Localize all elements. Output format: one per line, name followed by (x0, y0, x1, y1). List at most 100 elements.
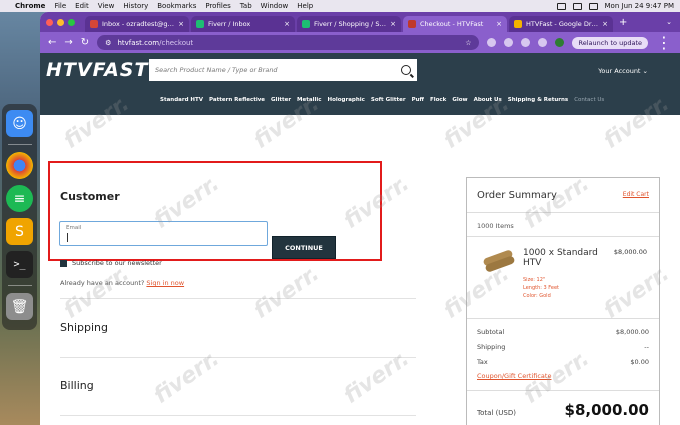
bookmark-star-icon[interactable]: ☆ (465, 39, 471, 47)
menu-status-area: Mon Jun 24 9:47 PM (556, 2, 674, 10)
menu-bookmarks[interactable]: Bookmarks (157, 2, 196, 10)
terminal-icon[interactable]: >_ (6, 251, 33, 278)
subtotal-label: Subtotal (477, 328, 505, 336)
sublime-icon[interactable]: S (6, 218, 33, 245)
menu-help[interactable]: Help (297, 2, 313, 10)
extension-icon[interactable] (521, 38, 531, 47)
nav-about-us[interactable]: About Us (474, 97, 502, 103)
url-field[interactable]: ⚙ htvfast.com/checkout ☆ (97, 35, 480, 50)
spotify-icon[interactable]: ≡ (6, 185, 33, 212)
section-divider (60, 298, 416, 299)
tax-row: Tax $0.00 (477, 358, 649, 366)
menu-file[interactable]: File (54, 2, 66, 10)
tax-label: Tax (477, 358, 488, 366)
continue-button[interactable]: CONTINUE (272, 236, 336, 259)
tab-label: HTVFast - Google Drive (526, 20, 599, 28)
signin-link[interactable]: Sign in now (146, 279, 184, 287)
shipping-heading[interactable]: Shipping (60, 321, 108, 334)
tab-fiverr-shopping[interactable]: Fiverr / Shopping / Status of × (297, 16, 401, 32)
items-count: 1000 Items (477, 222, 514, 230)
extensions-puzzle-icon[interactable] (538, 38, 548, 47)
wifi-icon[interactable] (588, 2, 598, 10)
new-tab-icon[interactable]: + (619, 17, 627, 28)
search-icon[interactable] (401, 65, 411, 75)
newsletter-label: Subscribe to our newsletter (72, 259, 162, 267)
nav-glitter[interactable]: Glitter (271, 97, 291, 103)
tab-search-icon[interactable]: ⌄ (666, 18, 672, 26)
email-field[interactable]: Email (59, 221, 268, 246)
profile-avatar[interactable] (555, 38, 565, 47)
nav-standard-htv[interactable]: Standard HTV (160, 97, 203, 103)
tax-value: $0.00 (630, 358, 649, 366)
nav-glow[interactable]: Glow (452, 97, 467, 103)
tab-fiverr-inbox[interactable]: Fiverr / Inbox × (191, 16, 295, 32)
battery-icon[interactable] (572, 2, 582, 10)
close-icon[interactable]: × (284, 20, 290, 28)
category-nav: Standard HTV Pattern Reflective Glitter … (160, 97, 604, 103)
extension-icon[interactable] (487, 38, 497, 47)
subtotal-row: Subtotal $8,000.00 (477, 328, 649, 336)
menu-edit[interactable]: Edit (75, 2, 89, 10)
tab-gmail[interactable]: Inbox - ozradtest@gmail.com × (85, 16, 189, 32)
status-icon[interactable] (556, 2, 566, 10)
back-icon[interactable]: ← (48, 37, 56, 48)
site-info-icon[interactable]: ⚙ (105, 39, 111, 47)
menu-history[interactable]: History (123, 2, 148, 10)
order-summary: Order Summary Edit Cart 1000 Items 1000 … (466, 177, 660, 425)
macos-menu-bar: Chrome File Edit View History Bookmarks … (0, 0, 680, 12)
close-icon[interactable]: × (496, 20, 502, 28)
close-icon[interactable]: × (602, 20, 608, 28)
more-menu-icon[interactable]: ⋮ (656, 33, 672, 52)
subtotal-value: $8,000.00 (615, 328, 649, 336)
site-logo[interactable]: HTVFAST (46, 59, 148, 81)
tab-google-drive[interactable]: HTVFast - Google Drive × (509, 16, 613, 32)
menu-window[interactable]: Window (261, 2, 289, 10)
nav-soft-glitter[interactable]: Soft Glitter (371, 97, 406, 103)
minimize-window-button[interactable] (57, 18, 64, 26)
relaunch-button[interactable]: Relaunch to update (572, 36, 648, 49)
nav-puff[interactable]: Puff (412, 97, 424, 103)
close-icon[interactable]: × (178, 20, 184, 28)
htvfast-icon (408, 20, 416, 28)
close-icon[interactable]: × (390, 20, 396, 28)
account-menu[interactable]: Your Account ⌄ (598, 67, 648, 75)
newsletter-checkbox[interactable] (60, 259, 67, 267)
summary-divider (467, 212, 659, 213)
product-price: $8,000.00 (613, 248, 647, 256)
menu-view[interactable]: View (98, 2, 115, 10)
trash-icon[interactable]: 🗑 (6, 293, 33, 320)
billing-heading[interactable]: Billing (60, 379, 94, 392)
clock[interactable]: Mon Jun 24 9:47 PM (605, 2, 674, 10)
reload-icon[interactable]: ↻ (81, 37, 89, 48)
zoom-window-button[interactable] (68, 18, 75, 26)
dock-separator (7, 285, 32, 286)
newsletter-option[interactable]: Subscribe to our newsletter (60, 259, 162, 267)
menu-tab[interactable]: Tab (240, 2, 252, 10)
nav-contact-us[interactable]: Contact Us (574, 97, 604, 103)
product-search-input[interactable]: Search Product Name / Type or Brand (149, 59, 417, 81)
nav-holographic[interactable]: Holographic (328, 97, 365, 103)
edit-cart-link[interactable]: Edit Cart (623, 191, 649, 198)
option-size: Size: 12" (523, 277, 546, 283)
nav-shipping-returns[interactable]: Shipping & Returns (508, 97, 568, 103)
tab-label: Inbox - ozradtest@gmail.com (102, 20, 174, 28)
email-label: Email (66, 225, 82, 231)
coupon-link[interactable]: Coupon/Gift Certificate (477, 372, 551, 380)
tab-checkout[interactable]: Checkout - HTVFast × (403, 16, 507, 32)
nav-flock[interactable]: Flock (430, 97, 446, 103)
menu-app-name[interactable]: Chrome (15, 2, 45, 10)
forward-icon[interactable]: → (64, 37, 72, 48)
nav-metallic[interactable]: Metallic (297, 97, 321, 103)
tab-label: Fiverr / Inbox (208, 20, 251, 28)
nav-pattern-reflective[interactable]: Pattern Reflective (209, 97, 265, 103)
chrome-icon[interactable] (6, 152, 33, 179)
signin-prompt: Already have an account? Sign in now (60, 279, 184, 287)
text-caret (67, 233, 68, 242)
menu-profiles[interactable]: Profiles (205, 2, 230, 10)
fiverr-icon (302, 20, 310, 28)
finder-icon[interactable]: ☺ (6, 110, 33, 137)
extension-icon[interactable] (504, 38, 514, 47)
close-window-button[interactable] (46, 18, 53, 26)
section-divider (60, 415, 416, 416)
dock-separator (7, 144, 32, 145)
